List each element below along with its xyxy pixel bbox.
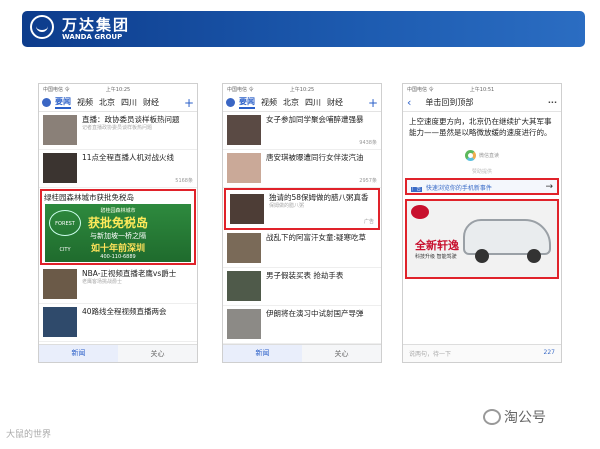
avatar[interactable]	[42, 98, 51, 107]
ad-thumbnail	[230, 194, 264, 224]
list-item[interactable]: 40路线全程视频直播两会	[39, 304, 197, 342]
comment-bar[interactable]: 说两句，待一下 227	[403, 344, 561, 362]
news-title: 战乱下的阿富汗女童:疑寒吃草	[266, 233, 367, 242]
tab-care[interactable]: 关心	[118, 349, 197, 359]
car-ad-subtitle: 科技升级 智能驾驶	[415, 254, 457, 260]
news-thumbnail	[43, 269, 77, 299]
phone-screenshot-2: 中国电信 令 上午10:25 要闻 视频 北京 四川 财经 + 女子参加同学聚会…	[222, 83, 382, 363]
comment-count: 9438条	[359, 140, 377, 146]
list-item[interactable]: 11点全程直播人机对战火线 5168条	[39, 150, 197, 188]
brand-name-cn: 万达集团	[62, 16, 131, 34]
sponsor-label: 赞助提供	[471, 169, 492, 175]
add-channel-icon[interactable]: +	[184, 96, 194, 110]
list-item[interactable]: 女子参加同学聚会哺醉遭强暴 9438条	[223, 112, 381, 150]
tab-video[interactable]: 视频	[261, 97, 277, 108]
ad-subtitle: 保姆做的腊八粥	[269, 203, 305, 209]
ad-title: 独请的58保姆做的腊八粥真香	[269, 193, 369, 202]
wechat-read-icon	[464, 149, 476, 161]
news-subtitle: 老鹰客场挑战爵士	[82, 279, 123, 285]
ad-image: FOREST CITY 碧桂园森林城市 获批免税岛 与新加坡一桥之隔 如十年前深…	[45, 204, 191, 262]
tab-finance[interactable]: 财经	[327, 97, 343, 108]
news-title: 男子假装买表 抢劫手表	[266, 271, 344, 280]
status-bar: 中国电信 令 上午10:51	[407, 87, 495, 93]
forest-city-logo: FOREST CITY	[49, 210, 81, 253]
comment-count: 2957条	[359, 178, 377, 184]
list-item[interactable]: 直播：政协委员谈样板热问题 记者直播政协委员谈样板热问题	[39, 112, 197, 150]
tab-news[interactable]: 新闻	[39, 345, 118, 362]
status-bar: 中国电信 令 上午10:25	[227, 87, 315, 93]
news-thumbnail	[227, 153, 261, 183]
tab-video[interactable]: 视频	[77, 97, 93, 108]
tab-sichuan[interactable]: 四川	[121, 97, 137, 108]
tab-yaowen[interactable]: 要闻	[55, 96, 71, 109]
news-thumbnail	[43, 153, 77, 183]
channel-nav: 要闻 视频 北京 四川 财经 +	[223, 94, 381, 112]
bottom-tab-bar: 新闻 关心	[223, 344, 381, 362]
comment-count: 5168条	[175, 178, 193, 184]
phone-screenshot-3: 中国电信 令 上午10:51 ‹ 单击回到顶部 ··· 上空速度更方向，北京仍在…	[402, 83, 562, 363]
list-item[interactable]: 伊朗将在演习中试射国产导弹	[223, 306, 381, 344]
ad-banner[interactable]: 绿桂园森林城市获批免税岛 FOREST CITY 碧桂园森林城市 获批免税岛 与…	[40, 189, 196, 265]
news-title: 40路线全程视频直播两会	[82, 307, 167, 316]
news-title: NBA-正视频直播老鹰vs爵士	[82, 269, 177, 278]
comment-count[interactable]: 227	[544, 349, 555, 356]
watermark-right: 淘公号	[483, 407, 546, 427]
article-body: 上空速度更方向，北京仍在继续扩大其军事能力——虽然是以略微放缓的速度进行的。	[409, 117, 552, 137]
article-top-bar: ‹ 单击回到顶部 ···	[403, 94, 561, 112]
news-thumbnail	[227, 309, 261, 339]
list-item[interactable]: NBA-正视频直播老鹰vs爵士 老鹰客场挑战爵士	[39, 266, 197, 304]
tab-beijing[interactable]: 北京	[283, 97, 299, 108]
tab-yaowen[interactable]: 要闻	[239, 96, 255, 109]
back-to-top-title[interactable]: 单击回到顶部	[425, 97, 473, 108]
watermark-left: 大鼠的世界	[6, 430, 52, 440]
nissan-logo-icon	[411, 205, 429, 219]
car-wheel	[527, 249, 541, 263]
wechat-read-badge: 微信直读	[444, 148, 520, 162]
news-title: 11点全程直播人机对战火线	[82, 153, 175, 162]
ad-tag: 广告	[411, 187, 422, 192]
tab-beijing[interactable]: 北京	[99, 97, 115, 108]
arrow-right-icon: →	[545, 182, 553, 192]
news-title: 唐安琪被曝遭同行女伴泼汽油	[266, 153, 364, 162]
ad-link[interactable]: 广告 快速浏览你的手机新事件 →	[405, 178, 559, 195]
news-thumbnail	[227, 115, 261, 145]
avatar[interactable]	[226, 98, 235, 107]
list-item[interactable]: 男子假装买表 抢劫手表	[223, 268, 381, 306]
car-ad-banner[interactable]: 全新轩逸 科技升级 智能驾驶	[405, 199, 559, 279]
ad-link-text: 快速浏览你的手机新事件	[425, 185, 492, 192]
ad-title: 绿桂园森林城市获批免税岛	[44, 193, 134, 202]
news-title: 伊朗将在演习中试射国产导弹	[266, 309, 364, 318]
bottom-tab-bar: 新闻 关心	[39, 344, 197, 362]
add-channel-icon[interactable]: +	[368, 96, 378, 110]
news-subtitle: 记者直播政协委员谈样板热问题	[82, 125, 153, 131]
ad-tag: 广告	[363, 219, 374, 225]
tab-finance[interactable]: 财经	[143, 97, 159, 108]
ad-item[interactable]: 独请的58保姆做的腊八粥真香 保姆做的腊八粥 广告	[224, 188, 380, 230]
back-arrow-icon[interactable]: ‹	[407, 96, 411, 109]
news-thumbnail	[227, 233, 261, 263]
car-ad-title: 全新轩逸	[415, 239, 459, 252]
news-thumbnail	[227, 271, 261, 301]
phone-screenshot-1: 中国电信 令 上午10:25 要闻 视频 北京 四川 财经 + 直播：政协委员谈…	[38, 83, 198, 363]
slide-header-banner: 万达集团 WANDA GROUP	[22, 11, 585, 47]
news-title: 女子参加同学聚会哺醉遭强暴	[266, 115, 364, 124]
wechat-icon	[483, 409, 501, 425]
news-thumbnail	[43, 307, 77, 337]
more-menu-icon[interactable]: ···	[548, 98, 557, 107]
list-item[interactable]: 唐安琪被曝遭同行女伴泼汽油 2957条	[223, 150, 381, 188]
comment-input[interactable]: 说两句，待一下	[409, 351, 451, 358]
status-bar: 中国电信 令 上午10:25	[43, 87, 131, 93]
news-thumbnail	[43, 115, 77, 145]
tab-care[interactable]: 关心	[302, 349, 381, 359]
list-item[interactable]: 战乱下的阿富汗女童:疑寒吃草	[223, 230, 381, 268]
tab-sichuan[interactable]: 四川	[305, 97, 321, 108]
car-wheel	[475, 249, 489, 263]
news-title: 直播：政协委员谈样板热问题	[82, 115, 180, 124]
wanda-logo-icon	[30, 15, 54, 39]
channel-nav: 要闻 视频 北京 四川 财经 +	[39, 94, 197, 112]
tab-news[interactable]: 新闻	[223, 345, 302, 362]
brand-name-en: WANDA GROUP	[62, 33, 123, 41]
